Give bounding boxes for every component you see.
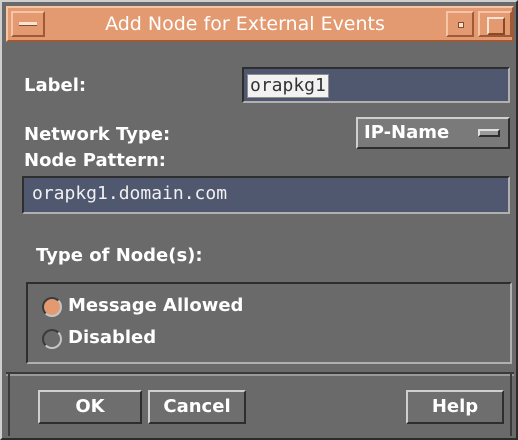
button-area-left-edge: [8, 372, 10, 436]
window-menu-icon: [19, 22, 37, 26]
node-pattern-input-value: orapkg1.domain.com: [32, 183, 228, 204]
maximize-icon: [487, 17, 505, 35]
node-type-group-label: Type of Node(s):: [36, 245, 203, 266]
option-menu-indicator-icon: [478, 129, 500, 137]
title-bar[interactable]: Add Node for External Events: [6, 6, 514, 42]
minimize-button[interactable]: [446, 11, 474, 37]
button-area-separator: [6, 372, 514, 376]
minimize-icon: [458, 22, 464, 28]
radio-message-allowed[interactable]: Message Allowed: [42, 294, 262, 322]
radio-selected-icon: [42, 297, 62, 317]
label-field-label: Label:: [24, 75, 87, 96]
radio-unselected-icon: [42, 329, 62, 349]
node-type-radio-group: Message Allowed Disabled: [26, 282, 512, 364]
radio-disabled-label: Disabled: [68, 327, 157, 348]
ok-button[interactable]: OK: [38, 390, 142, 424]
network-type-label: Network Type:: [24, 124, 171, 145]
window-menu-button[interactable]: [11, 11, 45, 37]
help-button[interactable]: Help: [406, 390, 504, 424]
cancel-button[interactable]: Cancel: [148, 390, 246, 424]
label-input-value: orapkg1: [247, 74, 329, 98]
dialog-window: Add Node for External Events Label: orap…: [0, 0, 518, 440]
dialog-title: Add Node for External Events: [105, 13, 385, 35]
label-input[interactable]: orapkg1: [242, 67, 510, 103]
node-pattern-label: Node Pattern:: [24, 150, 166, 171]
radio-disabled[interactable]: Disabled: [42, 326, 262, 354]
radio-message-allowed-label: Message Allowed: [68, 295, 244, 316]
network-type-selected-value: IP-Name: [364, 122, 450, 143]
maximize-button[interactable]: [478, 11, 512, 37]
network-type-dropdown[interactable]: IP-Name: [356, 117, 510, 149]
button-area-right-edge: [510, 372, 512, 436]
node-pattern-input[interactable]: orapkg1.domain.com: [22, 176, 510, 214]
